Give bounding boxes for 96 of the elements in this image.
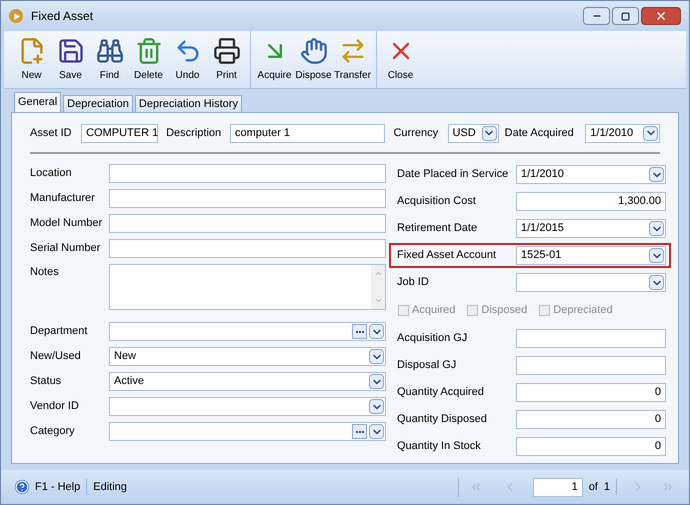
dropdown-button[interactable] [643, 126, 658, 140]
field-label: Notes [30, 265, 60, 280]
ellipsis-button[interactable] [352, 324, 367, 339]
scroll-up-icon[interactable] [374, 269, 382, 278]
ellipsis-button[interactable] [352, 424, 367, 439]
window-title: Fixed Asset [31, 8, 94, 25]
dropdown-button[interactable] [369, 399, 384, 414]
field-label: Date Placed in Service [397, 167, 510, 182]
dropdown-button[interactable] [649, 248, 664, 263]
dropdown-button[interactable] [649, 167, 664, 182]
hand-icon [300, 36, 328, 64]
number-field[interactable]: 0 [516, 410, 666, 429]
close-button[interactable] [641, 7, 681, 25]
page-of-text: of [588, 480, 598, 495]
checkbox-label: Depreciated [553, 303, 613, 318]
dropdown-field[interactable] [516, 273, 666, 292]
text-field[interactable] [109, 214, 386, 233]
toolbar-button[interactable]: Print [207, 31, 246, 88]
field-label: Retirement Date [397, 221, 478, 236]
close-icon [655, 10, 667, 22]
scroll-down-icon[interactable] [374, 296, 382, 305]
toolbar-button[interactable]: Acquire [255, 31, 294, 88]
text-field[interactable] [109, 164, 386, 183]
toolbar-button[interactable]: New [12, 31, 51, 88]
dropdown-field[interactable]: 1/1/2015 [516, 219, 666, 238]
app-logo-icon [9, 9, 23, 23]
tab[interactable]: Depreciation History [134, 95, 242, 112]
dropdown-field[interactable]: USD [448, 124, 499, 142]
notes-field[interactable] [109, 264, 386, 310]
dropdown-field[interactable]: New [109, 347, 386, 366]
dropdown-field[interactable]: 1525-01 [516, 246, 666, 265]
dropdown-field[interactable] [109, 397, 386, 416]
dropdown-button[interactable] [369, 374, 384, 389]
maximize-button[interactable] [612, 7, 639, 25]
toolbar-button[interactable]: Delete [129, 31, 168, 88]
text-field[interactable]: computer 1 [230, 124, 386, 142]
field-label: Fixed Asset Account [397, 248, 498, 264]
help-text: F1 - Help [35, 478, 88, 496]
lookup-field[interactable] [109, 322, 386, 341]
checkbox-label: Disposed [481, 303, 528, 318]
number-field[interactable]: 0 [516, 437, 666, 456]
field-label: Description [166, 126, 222, 141]
toolbar-button[interactable]: Transfer [333, 31, 372, 88]
dropdown-field[interactable]: 1/1/2010 [516, 165, 666, 184]
dropdown-field[interactable]: Active [109, 372, 386, 391]
text-field[interactable] [109, 239, 386, 258]
dropdown-field[interactable]: 1/1/2010 [585, 124, 660, 142]
scrollbar[interactable] [371, 265, 385, 309]
field-label: Acquisition Cost [397, 194, 477, 210]
toolbar-button[interactable]: Find [90, 31, 129, 88]
field-label: Quantity Acquired [397, 385, 485, 400]
field-label: Department [30, 324, 88, 340]
field-label: Status [30, 374, 62, 390]
dropdown-button[interactable] [369, 349, 384, 364]
toolbar-button[interactable]: Dispose [294, 31, 333, 88]
status-text: Editing [93, 480, 127, 495]
dropdown-button[interactable] [649, 221, 664, 236]
field-label: Location [30, 166, 73, 182]
toolbar-button[interactable]: Undo [168, 31, 207, 88]
field-label: Quantity In Stock [397, 439, 482, 454]
field-label: Category [30, 424, 76, 440]
field-label: Disposal GJ [397, 358, 458, 374]
number-field[interactable]: 0 [516, 383, 666, 402]
dropdown-button[interactable] [369, 324, 384, 339]
page-total-text: 1 [604, 478, 617, 496]
field-label: New/Used [30, 349, 82, 364]
page-number-field[interactable]: 1 [532, 478, 583, 496]
printer-icon [212, 36, 240, 64]
field-label: Vendor ID [30, 399, 80, 414]
text-field[interactable]: COMPUTER 1 [81, 124, 158, 142]
lookup-field[interactable] [109, 422, 386, 441]
field-label: Serial Number [30, 241, 102, 256]
text-field[interactable] [109, 189, 386, 208]
field-label: Date Acquired [504, 126, 575, 141]
tab[interactable]: Depreciation [63, 95, 133, 112]
toolbar-button[interactable]: Close [381, 31, 420, 88]
help-icon [15, 480, 29, 494]
field-label: Acquisition GJ [397, 331, 468, 346]
tab[interactable]: General [14, 92, 62, 112]
trash-can-icon [134, 36, 162, 64]
text-field[interactable] [516, 356, 666, 375]
field-label: Currency [393, 126, 440, 141]
dropdown-button[interactable] [649, 275, 664, 290]
field-label: Manufacturer [30, 191, 96, 206]
dropdown-button[interactable] [482, 126, 497, 140]
text-field[interactable] [516, 329, 666, 348]
field-label: Model Number [30, 216, 104, 232]
toolbar-button[interactable]: Save [51, 31, 90, 88]
field-label: Quantity Disposed [397, 412, 488, 428]
field-label: Asset ID [30, 126, 73, 141]
binoculars-icon [96, 36, 124, 64]
maximize-icon [621, 12, 630, 20]
number-field[interactable]: 1,300.00 [516, 192, 666, 211]
checkbox-label: Acquired [412, 303, 456, 318]
dropdown-button[interactable] [369, 424, 384, 439]
field-label: Job ID [397, 275, 430, 290]
